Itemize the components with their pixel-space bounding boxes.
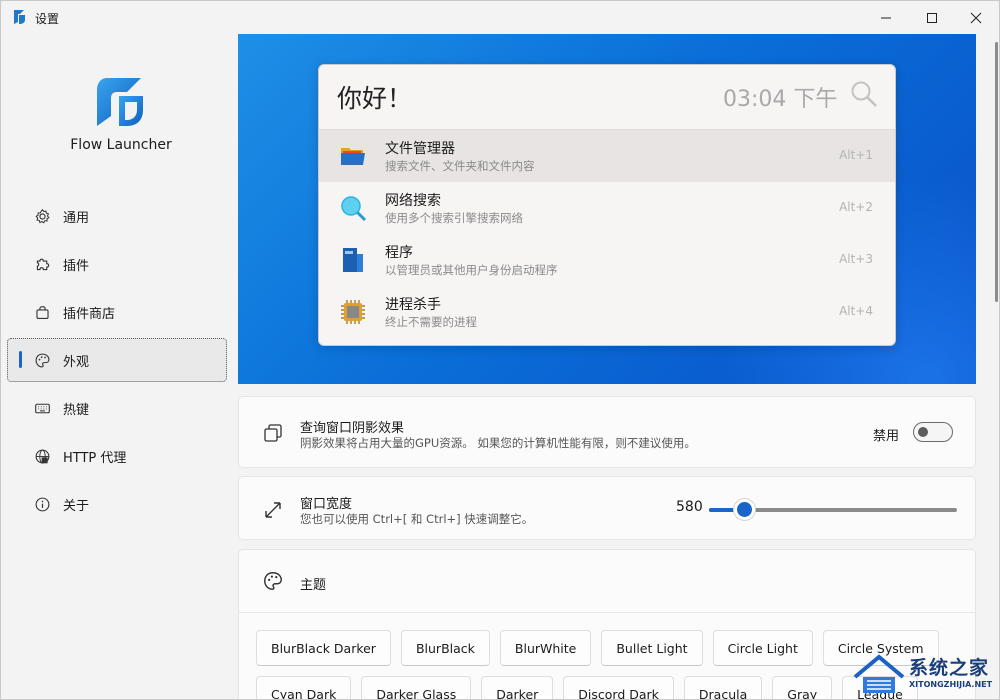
settings-window: 设置 Flow Launcher 通用 插件 插件商店 外观 热键 HTTP 代…	[0, 0, 1000, 700]
close-icon	[970, 12, 982, 23]
search-icon	[851, 81, 877, 107]
sidebar-item-label: 插件	[63, 258, 90, 274]
sidebar-item-label: HTTP 代理	[63, 450, 127, 466]
window-width-title: 窗口宽度	[300, 497, 353, 512]
sidebar-item-general[interactable]: 通用	[7, 194, 227, 238]
result-title: 进程杀手	[385, 297, 441, 313]
sidebar: Flow Launcher 通用 插件 插件商店 外观 热键 HTTP 代理 关…	[1, 34, 233, 699]
sidebar-item-label: 热键	[63, 402, 90, 418]
watermark-subtext: XITONGZHIJIA.NET	[909, 680, 993, 689]
result-subtitle: 搜索文件、文件夹和文件内容	[385, 159, 535, 173]
theme-title: 主题	[300, 578, 327, 593]
result-title: 文件管理器	[385, 141, 455, 157]
window-width-description: 您也可以使用 Ctrl+[ 和 Ctrl+] 快速调整它。	[300, 512, 534, 526]
sidebar-item-http-proxy[interactable]: HTTP 代理	[7, 434, 227, 478]
close-button[interactable]	[953, 1, 999, 34]
info-icon	[33, 495, 51, 513]
appearance-content: 你好！ 03:04 下午 文件管理器 搜索文件、文件夹和文件内容 Alt+1 网…	[238, 34, 976, 699]
result-title: 程序	[385, 245, 413, 261]
sidebar-item-label: 关于	[63, 498, 90, 514]
sidebar-item-about[interactable]: 关于	[7, 482, 227, 526]
vertical-scrollbar[interactable]	[993, 34, 999, 699]
palette-icon	[33, 351, 51, 369]
sidebar-item-plugins[interactable]: 插件	[7, 242, 227, 286]
result-item: 程序 以管理员或其他用户身份启动程序 Alt+3	[319, 234, 895, 286]
theme-button[interactable]: Gray	[772, 676, 833, 699]
maximize-button[interactable]	[909, 1, 955, 34]
result-item: 进程杀手 终止不需要的进程 Alt+4	[319, 286, 895, 338]
minimize-button[interactable]	[863, 1, 909, 34]
maximize-icon	[927, 12, 937, 23]
shadow-copy-icon	[261, 421, 285, 445]
app-name: Flow Launcher	[70, 137, 172, 153]
result-hotkey: Alt+1	[839, 148, 873, 162]
window-width-slider[interactable]	[709, 499, 957, 520]
query-text: 你好！	[337, 84, 413, 113]
sidebar-item-appearance[interactable]: 外观	[7, 338, 227, 382]
shadow-title: 查询窗口阴影效果	[300, 421, 405, 436]
keyboard-icon	[33, 399, 51, 417]
sidebar-nav: 通用 插件 插件商店 外观 热键 HTTP 代理 关于	[7, 194, 227, 530]
theme-button[interactable]: BlurBlack Darker	[256, 630, 391, 666]
result-hotkey: Alt+2	[839, 200, 873, 214]
result-item: 文件管理器 搜索文件、文件夹和文件内容 Alt+1	[319, 130, 895, 182]
theme-button[interactable]: Circle Light	[712, 630, 813, 666]
sidebar-item-hotkeys[interactable]: 热键	[7, 386, 227, 430]
window-width-value: 580	[676, 499, 703, 515]
minimize-icon	[881, 17, 891, 18]
result-hotkey: Alt+3	[839, 252, 873, 266]
resize-arrows-icon	[261, 498, 285, 522]
theme-button[interactable]: Dracula	[683, 676, 763, 699]
theme-button[interactable]: Darker	[481, 676, 554, 699]
puzzle-icon	[33, 255, 51, 273]
result-item: 网络搜索 使用多个搜索引擎搜索网络 Alt+2	[319, 182, 895, 234]
sidebar-item-plugin-store[interactable]: 插件商店	[7, 290, 227, 334]
folder-icon	[341, 148, 365, 165]
sidebar-item-label: 通用	[63, 210, 90, 226]
clock-text: 03:04 下午	[723, 87, 838, 112]
shopping-bag-icon	[33, 303, 51, 321]
theme-button[interactable]: Bullet Light	[601, 630, 703, 666]
sidebar-item-label: 外观	[63, 354, 90, 370]
result-subtitle: 使用多个搜索引擎搜索网络	[385, 211, 523, 225]
theme-preview: 你好！ 03:04 下午 文件管理器 搜索文件、文件夹和文件内容 Alt+1 网…	[238, 34, 976, 384]
house-logo-icon	[853, 654, 905, 693]
magnifier-icon	[341, 196, 367, 222]
slider-thumb[interactable]	[734, 499, 755, 520]
shadow-description: 阴影效果将占用大量的GPU资源。 如果您的计算机性能有限，则不建议使用。	[300, 436, 696, 450]
app-logo-icon	[14, 10, 25, 24]
shadow-toggle-label: 禁用	[873, 429, 900, 444]
shadow-toggle[interactable]	[913, 422, 953, 442]
theme-button[interactable]: BlurBlack	[400, 630, 490, 666]
result-subtitle: 以管理员或其他用户身份启动程序	[385, 263, 558, 277]
theme-divider	[239, 612, 975, 613]
site-watermark: 系统之家 XITONGZHIJIA.NET	[851, 651, 999, 699]
launcher-preview-window: 你好！ 03:04 下午 文件管理器 搜索文件、文件夹和文件内容 Alt+1 网…	[318, 64, 896, 346]
theme-button[interactable]: BlurWhite	[499, 630, 592, 666]
scrollbar-thumb[interactable]	[995, 42, 998, 302]
theme-button[interactable]: Discord Dark	[563, 676, 674, 699]
cpu-icon	[341, 300, 365, 324]
sidebar-item-label: 插件商店	[63, 306, 116, 322]
theme-button[interactable]: Darker Glass	[361, 676, 472, 699]
result-subtitle: 终止不需要的进程	[385, 315, 477, 329]
toggle-knob	[918, 427, 928, 437]
watermark-text: 系统之家	[909, 657, 990, 679]
result-hotkey: Alt+4	[839, 304, 873, 318]
result-title: 网络搜索	[385, 193, 441, 209]
title-bar[interactable]: 设置	[1, 1, 999, 34]
flow-launcher-logo	[97, 78, 143, 126]
window-title: 设置	[35, 12, 60, 26]
theme-button[interactable]: Cyan Dark	[256, 676, 352, 699]
program-icon	[343, 248, 363, 272]
shadow-effect-card: 查询窗口阴影效果 阴影效果将占用大量的GPU资源。 如果您的计算机性能有限，则不…	[238, 396, 976, 468]
palette-icon	[261, 569, 285, 593]
window-width-card: 窗口宽度 您也可以使用 Ctrl+[ 和 Ctrl+] 快速调整它。 580	[238, 476, 976, 540]
globe-icon	[33, 447, 51, 465]
gear-icon	[33, 207, 51, 225]
